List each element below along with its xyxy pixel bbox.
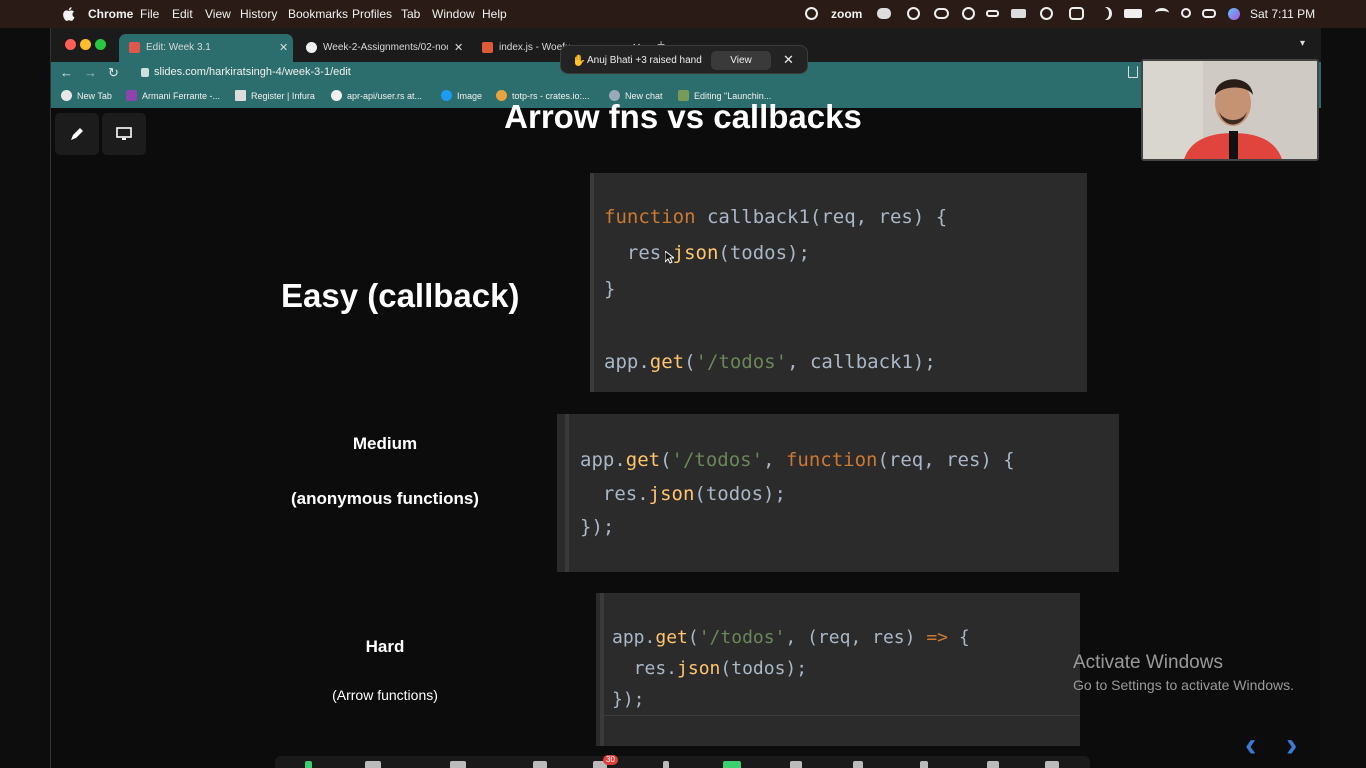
forward-arrow-icon[interactable]: → bbox=[84, 65, 97, 80]
easy-label: Easy (callback) bbox=[281, 277, 520, 314]
code-divider bbox=[604, 715, 1080, 716]
code-block-medium: app.get('/todos', function(req, res) { r… bbox=[557, 414, 1119, 572]
close-window-button[interactable] bbox=[65, 39, 76, 50]
zoom-status-label[interactable]: zoom bbox=[831, 7, 862, 21]
tab-edit-week[interactable]: Edit: Week 3.1 ✕ bbox=[119, 34, 293, 62]
share-screen-icon[interactable] bbox=[723, 761, 741, 768]
activate-windows-title: Activate Windows bbox=[1073, 652, 1223, 673]
status-icon-5[interactable] bbox=[986, 10, 999, 17]
participants-icon[interactable] bbox=[450, 761, 466, 768]
code-gutter bbox=[600, 593, 604, 746]
more-icon[interactable] bbox=[1045, 761, 1059, 768]
code-line: app.get('/todos', (req, res) => { bbox=[612, 627, 970, 648]
code-line: }); bbox=[580, 516, 615, 538]
annotate-icon[interactable] bbox=[853, 761, 863, 768]
hard-label: Hard bbox=[365, 637, 405, 656]
moon-icon[interactable] bbox=[1098, 7, 1109, 20]
mouse-cursor-icon bbox=[665, 251, 674, 264]
previous-slide-arrow-icon[interactable]: ‹ bbox=[1245, 728, 1256, 762]
microphone-icon[interactable] bbox=[305, 761, 312, 768]
chat-icon[interactable] bbox=[533, 761, 547, 768]
hard-sub-label: (Arrow functions) bbox=[332, 687, 438, 703]
tab-close-icon[interactable]: ✕ bbox=[454, 41, 463, 54]
status-icon-4[interactable] bbox=[962, 7, 975, 20]
screen: Chrome File Edit View History Bookmarks … bbox=[0, 0, 1366, 768]
cloud-icon[interactable] bbox=[877, 8, 891, 19]
view-button[interactable]: View bbox=[711, 51, 771, 70]
battery-icon[interactable] bbox=[1124, 9, 1142, 18]
wifi-icon[interactable] bbox=[1155, 8, 1169, 18]
raised-hand-icon: ✋ bbox=[572, 55, 586, 67]
mac-menu-bar: Chrome File Edit View History Bookmarks … bbox=[0, 0, 1366, 28]
minimize-window-button[interactable] bbox=[80, 39, 91, 50]
code-line: }); bbox=[612, 689, 645, 710]
medium-label: Medium bbox=[352, 434, 418, 453]
pause-share-icon[interactable] bbox=[790, 761, 802, 768]
speaker-video-frame bbox=[1143, 61, 1317, 159]
clock[interactable]: Sat 7:11 PM bbox=[1250, 7, 1315, 21]
tab-title: Week-2-Assignments/02-nod bbox=[323, 42, 448, 53]
video-icon[interactable] bbox=[365, 761, 381, 768]
notification-message: Anuj Bhati +3 raised hand bbox=[587, 55, 702, 66]
maximize-window-button[interactable] bbox=[95, 39, 106, 50]
raised-hand-notification: ✋ Anuj Bhati +3 raised hand View ✕ bbox=[560, 45, 808, 74]
code-line: app.get('/todos', callback1); bbox=[604, 351, 936, 373]
tab-github[interactable]: Week-2-Assignments/02-nod ✕ bbox=[296, 34, 466, 62]
activate-windows-subtitle: Go to Settings to activate Windows. bbox=[1073, 677, 1294, 693]
speaker-video[interactable] bbox=[1141, 59, 1319, 161]
next-slide-arrow-icon[interactable]: › bbox=[1286, 728, 1297, 762]
slides-favicon-icon bbox=[129, 42, 140, 53]
code-line: res.json(todos); bbox=[580, 483, 786, 505]
record-icon[interactable] bbox=[920, 761, 928, 768]
url-field[interactable]: slides.com/harkiratsingh-4/week-3-1/edit bbox=[154, 66, 351, 78]
reload-icon[interactable]: ↻ bbox=[108, 65, 119, 81]
tab-search-chevron-icon[interactable]: ▾ bbox=[1300, 38, 1305, 49]
code-line: } bbox=[604, 278, 616, 300]
code-line: function callback1(req, res) { bbox=[604, 206, 948, 228]
meeting-controls-bar: 30 bbox=[275, 755, 1090, 768]
code-gutter bbox=[590, 173, 594, 392]
code-gutter bbox=[565, 414, 569, 572]
status-icons: zoom bbox=[0, 6, 1366, 22]
status-icon-2[interactable] bbox=[907, 7, 920, 20]
share-icon[interactable] bbox=[1128, 66, 1138, 78]
code-line: res.json(todos); bbox=[612, 658, 808, 679]
site-info-icon[interactable] bbox=[141, 68, 149, 77]
notification-badge: 30 bbox=[603, 755, 618, 765]
code-line: app.get('/todos', function(req, res) { bbox=[580, 449, 1015, 471]
status-icon-7[interactable] bbox=[1040, 7, 1053, 20]
search-icon[interactable] bbox=[1181, 8, 1191, 18]
medium-sub-label: (anonymous functions) bbox=[291, 489, 479, 508]
code-block-easy: function callback1(req, res) { res.json(… bbox=[590, 173, 1087, 392]
tab-close-icon[interactable]: ✕ bbox=[279, 41, 288, 54]
status-icon-1[interactable] bbox=[805, 7, 818, 20]
back-arrow-icon[interactable]: ← bbox=[60, 65, 73, 80]
tab-title: Edit: Week 3.1 bbox=[146, 42, 211, 53]
control-center-icon[interactable] bbox=[1202, 9, 1216, 18]
siri-icon[interactable] bbox=[1228, 8, 1240, 20]
code-block-hard: app.get('/todos', (req, res) => { res.js… bbox=[596, 593, 1080, 746]
status-icon-8[interactable] bbox=[1069, 7, 1084, 20]
code-line: res.json(todos); bbox=[604, 242, 810, 264]
apps-icon[interactable] bbox=[987, 761, 999, 768]
replit-favicon-icon bbox=[482, 42, 493, 53]
github-favicon-icon bbox=[306, 42, 317, 53]
status-icon-3[interactable] bbox=[934, 8, 949, 19]
polls-icon[interactable] bbox=[663, 761, 669, 768]
status-icon-6[interactable] bbox=[1011, 9, 1026, 18]
close-icon[interactable]: ✕ bbox=[783, 52, 794, 68]
